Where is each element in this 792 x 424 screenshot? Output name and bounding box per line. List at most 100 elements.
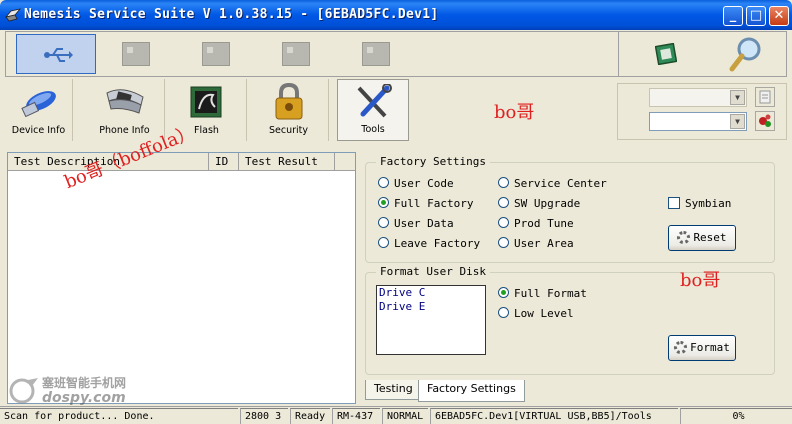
column-header-id[interactable]: ID <box>209 153 239 171</box>
drive-list[interactable]: Drive C Drive E <box>376 285 486 355</box>
radio-label: Prod Tune <box>514 217 574 230</box>
status-path: 6EBAD5FC.Dev1[VIRTUAL USB,BB5]/Tools <box>430 408 678 424</box>
connect-icon <box>759 114 771 127</box>
list-item[interactable]: Drive C <box>377 286 485 300</box>
radio-label: Full Factory <box>394 197 474 210</box>
security-button[interactable]: Security <box>249 79 329 141</box>
format-button[interactable]: Format <box>668 335 736 361</box>
gear-icon <box>677 231 691 244</box>
radio-icon <box>378 197 389 208</box>
watermark-text-3: bo哥 <box>680 270 721 291</box>
radio-label: Leave Factory <box>394 237 481 250</box>
app-icon <box>5 8 21 22</box>
radio-user-data[interactable]: User Data <box>378 217 454 230</box>
tab-factory-settings[interactable]: Factory Settings <box>418 380 525 402</box>
chip-icon[interactable] <box>655 43 677 65</box>
top-right-tools <box>618 32 788 76</box>
radio-label: SW Upgrade <box>514 197 581 210</box>
tools-label: Tools <box>361 124 385 135</box>
radio-label: User Code <box>394 177 454 190</box>
tab-testing[interactable]: Testing <box>365 380 422 400</box>
device-toolbar <box>5 31 787 77</box>
radio-full-format[interactable]: Full Format <box>498 287 587 300</box>
column-header-result[interactable]: Test Result <box>239 153 335 171</box>
radio-label: User Data <box>394 217 454 230</box>
magnifier-icon[interactable] <box>729 36 763 72</box>
format-disk-title: Format User Disk <box>376 265 490 278</box>
radio-user-code[interactable]: User Code <box>378 177 454 190</box>
radio-icon <box>498 287 509 298</box>
device-slot-5-button[interactable] <box>336 34 416 74</box>
symbian-label: Symbian <box>685 197 732 210</box>
device-slot-2-button[interactable] <box>96 34 176 74</box>
window-title: Nemesis Service Suite V 1.0.38.15 - [6EB… <box>24 7 439 22</box>
list-button[interactable] <box>755 87 775 107</box>
minimize-button[interactable]: _ <box>723 6 743 26</box>
padlock-icon <box>275 83 302 120</box>
status-model: RM-437 <box>332 408 380 424</box>
status-mode: NORMAL <box>382 408 428 424</box>
radio-icon <box>378 237 389 248</box>
radio-label: Low Level <box>514 307 574 320</box>
device-info-label: Device Info <box>11 125 66 136</box>
device-slot-4-button[interactable] <box>256 34 336 74</box>
watermark-text-1: bo哥 <box>494 102 535 123</box>
dropdown-arrow-icon: ▼ <box>730 90 745 105</box>
radio-label: Service Center <box>514 177 607 190</box>
test-results-table[interactable]: Test Description ID Test Result <box>7 152 356 404</box>
site-name: 塞班智能手机网 <box>42 376 127 390</box>
radio-icon <box>378 217 389 228</box>
device-slot-icon <box>202 42 230 66</box>
usb-connection-button[interactable] <box>16 34 96 74</box>
checkbox-icon <box>668 197 680 209</box>
gear-icon <box>674 341 688 354</box>
radio-icon <box>498 237 509 248</box>
radio-user-area[interactable]: User Area <box>498 237 574 250</box>
device-slot-icon <box>282 42 310 66</box>
radio-label: Full Format <box>514 287 587 300</box>
radio-sw-upgrade[interactable]: SW Upgrade <box>498 197 580 210</box>
flash-chip-icon <box>190 86 221 118</box>
radio-icon <box>498 197 509 208</box>
format-label: Format <box>690 341 730 354</box>
tools-icon <box>357 84 392 118</box>
radio-full-factory[interactable]: Full Factory <box>378 197 473 210</box>
phone-icon <box>105 89 144 114</box>
maximize-button[interactable]: □ <box>746 6 766 26</box>
status-message: Scan for product... Done. <box>0 408 238 424</box>
radio-label: User Area <box>514 237 574 250</box>
title-bar[interactable]: Nemesis Service Suite V 1.0.38.15 - [6EB… <box>0 0 792 30</box>
radio-icon <box>498 217 509 228</box>
security-label: Security <box>268 125 308 136</box>
reset-button[interactable]: Reset <box>668 225 736 251</box>
close-button[interactable]: ✕ <box>769 6 789 26</box>
device-slot-3-button[interactable] <box>176 34 256 74</box>
device-slot-icon <box>122 42 150 66</box>
tools-button[interactable]: Tools <box>337 79 409 141</box>
list-icon <box>759 90 771 104</box>
factory-settings-group: Factory Settings User Code Service Cente… <box>365 155 775 263</box>
reset-label: Reset <box>693 231 727 244</box>
site-domain: dospy.com <box>42 390 126 406</box>
radio-leave-factory[interactable]: Leave Factory <box>378 237 480 250</box>
port-select[interactable]: ▼ <box>649 88 747 107</box>
factory-settings-title: Factory Settings <box>376 155 490 168</box>
list-item[interactable]: Drive E <box>377 300 485 314</box>
radio-icon <box>498 307 509 318</box>
status-state: Ready <box>290 408 330 424</box>
product-select[interactable]: ▼ <box>649 112 747 131</box>
connect-button[interactable] <box>755 111 775 131</box>
radio-prod-tune[interactable]: Prod Tune <box>498 217 574 230</box>
usb-icon <box>44 48 73 62</box>
table-header: Test Description ID Test Result <box>8 153 355 171</box>
status-bar: Scan for product... Done. 2800 3 Ready R… <box>0 406 792 424</box>
dropdown-arrow-icon: ▼ <box>730 114 745 129</box>
site-logo-icon <box>9 378 38 404</box>
device-info-icon <box>20 91 56 118</box>
radio-icon <box>378 177 389 188</box>
radio-service-center[interactable]: Service Center <box>498 177 607 190</box>
device-info-button[interactable]: Device Info <box>5 79 73 141</box>
symbian-checkbox[interactable]: Symbian <box>668 197 731 210</box>
radio-low-level[interactable]: Low Level <box>498 307 574 320</box>
device-slot-icon <box>362 42 390 66</box>
